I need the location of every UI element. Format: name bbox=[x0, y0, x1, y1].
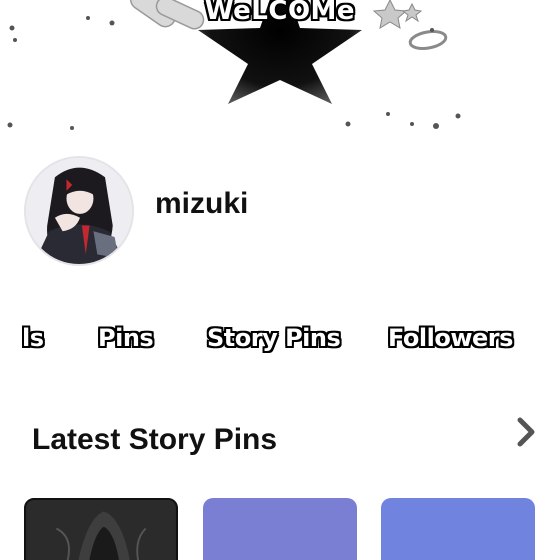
profile-banner: WeLCOMe bbox=[0, 0, 560, 140]
story-pin-thumbnail bbox=[203, 498, 357, 560]
story-pin-card[interactable] bbox=[24, 498, 178, 560]
ring-decoration bbox=[408, 30, 448, 50]
tab-boards-partial[interactable]: ls bbox=[22, 324, 44, 352]
section-title: Latest Story Pins bbox=[32, 423, 278, 456]
profile-tabs: ls Pins Story Pins Followers bbox=[0, 318, 560, 362]
tab-followers[interactable]: Followers bbox=[388, 324, 513, 352]
card-3-fill bbox=[381, 498, 535, 560]
story-pin-thumbnail bbox=[381, 498, 535, 560]
welcome-text: WeLCOMe bbox=[204, 0, 356, 26]
chevron-right-icon[interactable] bbox=[512, 416, 540, 448]
avatar[interactable] bbox=[24, 156, 134, 266]
tab-pins[interactable]: Pins bbox=[98, 324, 154, 352]
story-pin-thumbnail bbox=[27, 500, 175, 560]
story-pin-card[interactable] bbox=[203, 498, 357, 560]
story-pin-card[interactable] bbox=[381, 498, 535, 560]
card-2-fill bbox=[203, 498, 357, 560]
profile-username: mizuki bbox=[155, 187, 249, 220]
avatar-image bbox=[26, 158, 132, 264]
tab-story-pins[interactable]: Story Pins bbox=[207, 324, 341, 352]
